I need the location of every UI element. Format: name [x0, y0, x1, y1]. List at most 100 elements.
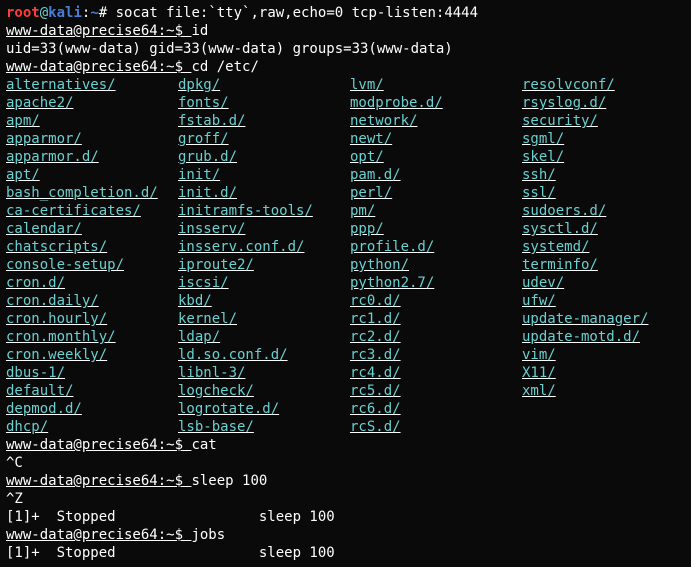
dir-entry: rc3.d/ — [350, 346, 522, 364]
dir-entry: rc2.d/ — [350, 328, 522, 346]
dir-entry — [522, 400, 691, 418]
dir-entry: ld.so.conf.d/ — [178, 346, 350, 364]
dir-entry: apparmor.d/ — [6, 148, 178, 166]
dir-entry: cron.weekly/ — [6, 346, 178, 364]
dir-entry: ssl/ — [522, 184, 691, 202]
dir-entry: sudoers.d/ — [522, 202, 691, 220]
dir-entry: terminfo/ — [522, 256, 691, 274]
ls-output: alternatives/dpkg/lvm/resolvconf/ apache… — [6, 76, 691, 436]
dir-entry: ssh/ — [522, 166, 691, 184]
dir-entry: ufw/ — [522, 292, 691, 310]
dir-entry: logrotate.d/ — [178, 400, 350, 418]
dir-entry: rc0.d/ — [350, 292, 522, 310]
dir-entry: security/ — [522, 112, 691, 130]
dir-entry: systemd/ — [522, 238, 691, 256]
dir-entry: cron.d/ — [6, 274, 178, 292]
prompt-line-cat[interactable]: www-data@precise64:~$ cat — [6, 436, 691, 454]
dir-entry: X11/ — [522, 364, 691, 382]
dir-entry: bash_completion.d/ — [6, 184, 178, 202]
dir-entry: console-setup/ — [6, 256, 178, 274]
dir-entry: apt/ — [6, 166, 178, 184]
hash: # — [99, 5, 116, 21]
dir-entry: init/ — [178, 166, 350, 184]
dir-entry: rc4.d/ — [350, 364, 522, 382]
dir-entry: rcS.d/ — [350, 418, 522, 436]
dir-entry: initramfs-tools/ — [178, 202, 350, 220]
dir-entry: perl/ — [350, 184, 522, 202]
dir-entry: groff/ — [178, 130, 350, 148]
job-stopped: [1]+ Stopped sleep 100 — [6, 544, 691, 562]
dir-entry: kernel/ — [178, 310, 350, 328]
dir-entry: lsb-base/ — [178, 418, 350, 436]
dir-entry: opt/ — [350, 148, 522, 166]
dir-entry: chatscripts/ — [6, 238, 178, 256]
dir-entry: rc6.d/ — [350, 400, 522, 418]
prompt-line-cd[interactable]: www-data@precise64:~$ cd /etc/ — [6, 58, 691, 76]
dir-entry: calendar/ — [6, 220, 178, 238]
dir-entry: python/ — [350, 256, 522, 274]
prompt-line-jobs[interactable]: www-data@precise64:~$ jobs — [6, 526, 691, 544]
host-kali: kali — [48, 5, 82, 21]
cwd-tilde: ~ — [90, 5, 98, 21]
dir-entry: iscsi/ — [178, 274, 350, 292]
dir-entry: update-manager/ — [522, 310, 691, 328]
dir-entry: logcheck/ — [178, 382, 350, 400]
prompt-wwwdata: www-data@precise64:~$ — [6, 473, 191, 489]
dir-entry: rsyslog.d/ — [522, 94, 691, 112]
dir-entry: rc1.d/ — [350, 310, 522, 328]
dir-entry: dhcp/ — [6, 418, 178, 436]
prompt-line-sleep[interactable]: www-data@precise64:~$ sleep 100 — [6, 472, 691, 490]
dir-entry: resolvconf/ — [522, 76, 691, 94]
at-sign: @ — [40, 5, 48, 21]
prompt-line-socat[interactable]: root@kali:~# socat file:`tty`,raw,echo=0… — [6, 4, 691, 22]
dir-entry: sgml/ — [522, 130, 691, 148]
dir-entry: insserv.conf.d/ — [178, 238, 350, 256]
dir-entry: depmod.d/ — [6, 400, 178, 418]
dir-entry: newt/ — [350, 130, 522, 148]
dir-entry: ca-certificates/ — [6, 202, 178, 220]
dir-entry: pm/ — [350, 202, 522, 220]
dir-entry: apparmor/ — [6, 130, 178, 148]
dir-entry: fstab.d/ — [178, 112, 350, 130]
dir-entry: pam.d/ — [350, 166, 522, 184]
cmd-id: id — [191, 23, 208, 39]
dir-entry: cron.monthly/ — [6, 328, 178, 346]
dir-entry: libnl-3/ — [178, 364, 350, 382]
dir-entry: ppp/ — [350, 220, 522, 238]
dir-entry: dpkg/ — [178, 76, 350, 94]
cmd-sleep: sleep 100 — [191, 473, 267, 489]
dir-entry: modprobe.d/ — [350, 94, 522, 112]
dir-entry: apache2/ — [6, 94, 178, 112]
dir-entry: udev/ — [522, 274, 691, 292]
dir-entry: network/ — [350, 112, 522, 130]
dir-entry: kbd/ — [178, 292, 350, 310]
dir-entry: apm/ — [6, 112, 178, 130]
dir-entry: cron.hourly/ — [6, 310, 178, 328]
dir-entry: profile.d/ — [350, 238, 522, 256]
dir-entry: python2.7/ — [350, 274, 522, 292]
prompt-wwwdata: www-data@precise64:~$ — [6, 437, 191, 453]
dir-entry: alternatives/ — [6, 76, 178, 94]
cmd-cd: cd /etc/ — [191, 59, 258, 75]
dir-entry: vim/ — [522, 346, 691, 364]
ctrl-z: ^Z — [6, 490, 691, 508]
user-root: root — [6, 5, 40, 21]
dir-entry: cron.daily/ — [6, 292, 178, 310]
dir-entry — [522, 418, 691, 436]
dir-entry: default/ — [6, 382, 178, 400]
dir-entry: grub.d/ — [178, 148, 350, 166]
ctrl-c: ^C — [6, 454, 691, 472]
dir-entry: rc5.d/ — [350, 382, 522, 400]
dir-entry: ldap/ — [178, 328, 350, 346]
dir-entry: fonts/ — [178, 94, 350, 112]
dir-entry: insserv/ — [178, 220, 350, 238]
output-id: uid=33(www-data) gid=33(www-data) groups… — [6, 40, 691, 58]
dir-entry: sysctl.d/ — [522, 220, 691, 238]
dir-entry: update-motd.d/ — [522, 328, 691, 346]
prompt-wwwdata: www-data@precise64:~$ — [6, 59, 191, 75]
prompt-wwwdata: www-data@precise64:~$ — [6, 527, 191, 543]
prompt-line-id[interactable]: www-data@precise64:~$ id — [6, 22, 691, 40]
dir-entry: init.d/ — [178, 184, 350, 202]
cmd-cat: cat — [191, 437, 216, 453]
cmd-jobs: jobs — [191, 527, 225, 543]
